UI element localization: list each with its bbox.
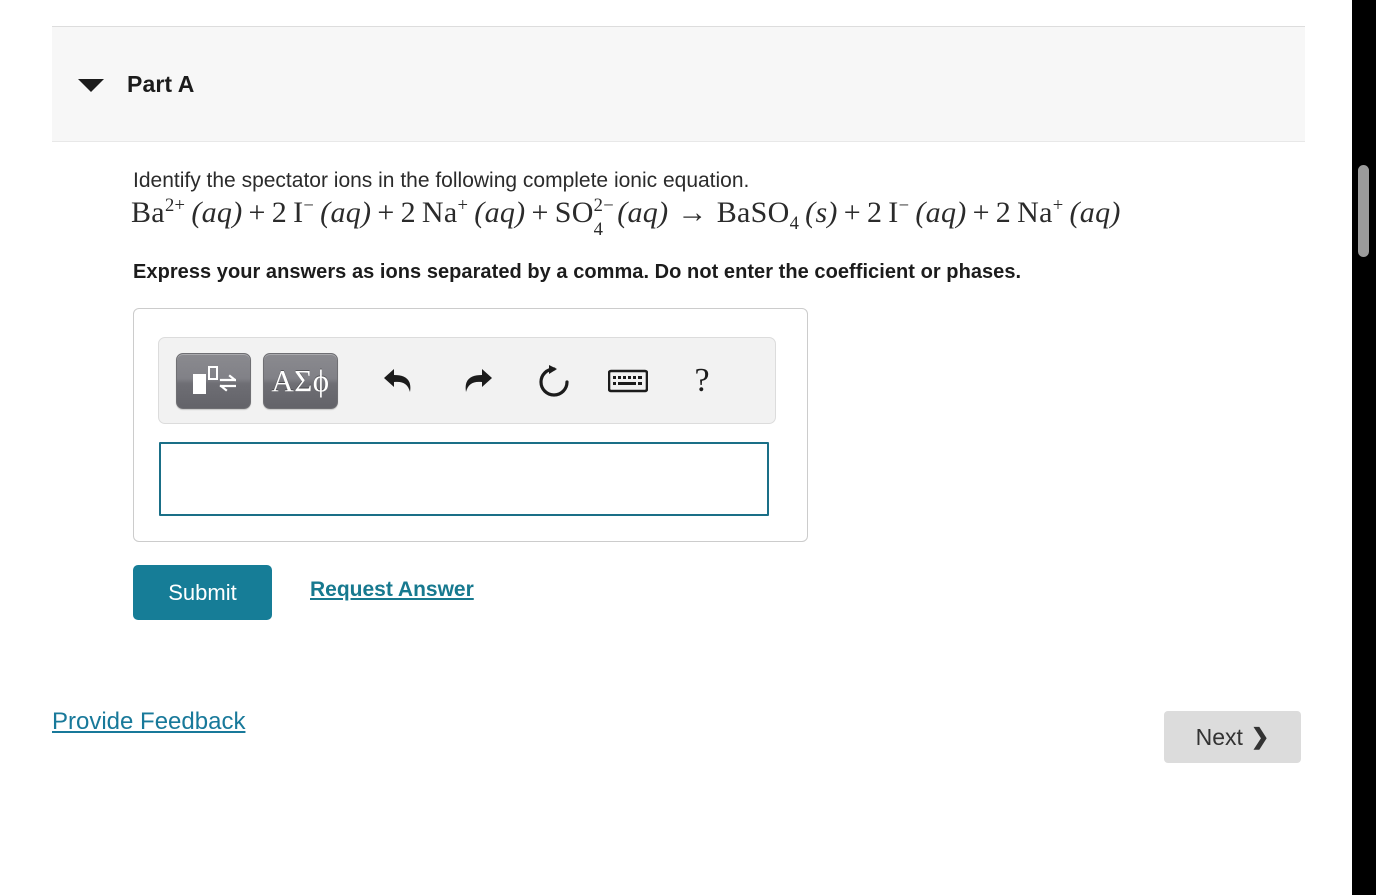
eq-na-1-charge: + bbox=[457, 195, 469, 216]
eq-aq-2: (aq) bbox=[320, 196, 372, 229]
math-editor-toolbar: ΑΣϕ ? bbox=[158, 337, 776, 424]
keyboard-icon[interactable] bbox=[602, 358, 654, 404]
triangle-down-icon[interactable] bbox=[78, 78, 104, 92]
eq-na-2: Na bbox=[1017, 196, 1053, 229]
eq-coef-na-2: 2 bbox=[995, 196, 1012, 229]
page-title: Part A bbox=[127, 70, 195, 97]
eq-aq-6: (aq) bbox=[1069, 196, 1121, 229]
submit-button[interactable]: Submit bbox=[133, 565, 272, 620]
eq-baso4-subscript: 4 bbox=[789, 213, 800, 234]
browser-viewport: Part A Identify the spectator ions in th… bbox=[0, 0, 1376, 895]
next-button-label: Next bbox=[1195, 723, 1243, 750]
provide-feedback-link[interactable]: Provide Feedback bbox=[52, 708, 245, 736]
answer-input[interactable] bbox=[159, 442, 769, 516]
eq-na-1: Na bbox=[421, 196, 458, 229]
eq-aq-1: (aq) bbox=[191, 196, 243, 229]
eq-i-1: I bbox=[293, 196, 304, 229]
chemical-equation: Ba2+ (aq) +2 I− (aq) +2 Na+ (aq) + SO 2− 4 (aq) → BaSO… bbox=[131, 195, 1121, 240]
next-button[interactable]: Next ❯ bbox=[1164, 711, 1301, 763]
content-page: Part A Identify the spectator ions in th… bbox=[0, 0, 1352, 895]
chemistry-template-icon[interactable] bbox=[176, 352, 251, 409]
question-prompt: Identify the spectator ions in the follo… bbox=[133, 169, 750, 192]
greek-symbols-label: ΑΣϕ bbox=[271, 363, 330, 398]
request-answer-link[interactable]: Request Answer bbox=[310, 578, 474, 602]
eq-plus-3: + bbox=[531, 196, 549, 229]
eq-plus-1: + bbox=[248, 196, 266, 229]
question-mark-icon[interactable]: ? bbox=[676, 358, 728, 404]
eq-coef-na-1: 2 bbox=[400, 196, 416, 229]
eq-coef-i-2: 2 bbox=[866, 196, 883, 229]
vertical-scrollbar-thumb[interactable] bbox=[1358, 165, 1369, 257]
eq-na-2-charge: + bbox=[1052, 195, 1064, 216]
eq-s-phase: (s) bbox=[805, 196, 838, 229]
eq-ba-charge: 2+ bbox=[164, 195, 186, 216]
eq-so4-charge: 2− bbox=[593, 195, 615, 217]
eq-i-2: I bbox=[888, 196, 899, 229]
eq-baso4: BaSO bbox=[716, 196, 790, 229]
part-a-header[interactable]: Part A bbox=[52, 26, 1305, 142]
answer-instruction: Express your answers as ions separated b… bbox=[133, 261, 1022, 283]
eq-i-2-charge: − bbox=[898, 195, 910, 216]
eq-so4-subscript: 4 bbox=[593, 218, 604, 240]
greek-symbols-icon[interactable]: ΑΣϕ bbox=[263, 352, 338, 409]
reset-circular-arrow-icon[interactable] bbox=[528, 358, 580, 404]
eq-aq-4: (aq) bbox=[617, 196, 669, 229]
eq-ba: Ba bbox=[131, 196, 165, 229]
help-label: ? bbox=[694, 361, 710, 399]
eq-aq-3: (aq) bbox=[474, 196, 526, 229]
eq-i-1-charge: − bbox=[303, 195, 315, 216]
undo-arrow-icon[interactable] bbox=[373, 358, 425, 404]
eq-so: SO bbox=[554, 196, 594, 229]
eq-plus-2: + bbox=[377, 196, 395, 229]
redo-arrow-icon[interactable] bbox=[451, 358, 503, 404]
eq-plus-5: + bbox=[972, 196, 990, 229]
eq-coef-i-1: 2 bbox=[271, 196, 288, 229]
eq-aq-5: (aq) bbox=[915, 196, 967, 229]
answer-panel: ΑΣϕ ? bbox=[133, 308, 808, 542]
vertical-scrollbar-track[interactable] bbox=[1352, 0, 1376, 895]
chevron-right-icon: ❯ bbox=[1250, 723, 1270, 749]
eq-reaction-arrow: → bbox=[677, 196, 708, 229]
eq-plus-4: + bbox=[843, 196, 861, 229]
